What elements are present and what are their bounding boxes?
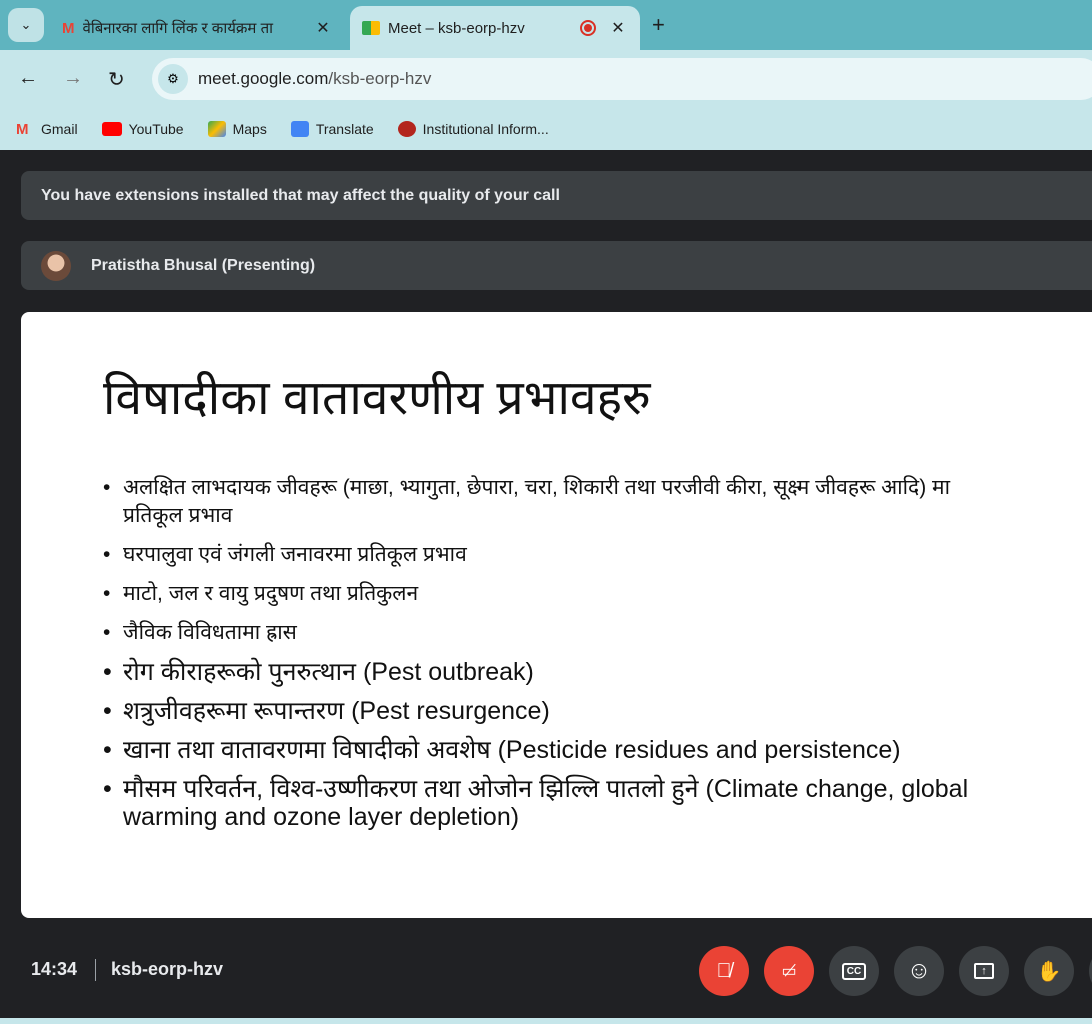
bookmark-label: Gmail — [41, 121, 78, 137]
bullet: घरपालुवा एवं जंगली जनावरमा प्रतिकूल प्रभ… — [103, 541, 983, 569]
bullet: माटो, जल र वायु प्रदुषण तथा प्रतिकुलन — [103, 580, 983, 608]
emoji-icon: ☺ — [906, 957, 932, 984]
banner-text: You have extensions installed that may a… — [41, 186, 560, 204]
tab-search-button[interactable]: ⌄ — [8, 8, 44, 42]
url-text: meet.google.com/ksb-eorp-hzv — [198, 69, 432, 88]
bullet: अलक्षित लाभदायक जीवहरू (माछा, भ्यागुता, … — [103, 474, 983, 530]
translate-icon — [290, 121, 309, 137]
present-screen-icon: ↑ — [974, 963, 994, 979]
bullet: शत्रुजीवहरूमा रूपान्तरण (Pest resurgence… — [103, 697, 983, 725]
camera-off-icon: ▭̸ — [781, 963, 797, 980]
bookmark-label: Translate — [315, 121, 374, 137]
bookmarks-bar: M Gmail YouTube Maps Translate Institutio… — [0, 108, 1092, 150]
slide-bullets: अलक्षित लाभदायक जीवहरू (माछा, भ्यागुता, … — [103, 474, 983, 842]
bookmark-youtube[interactable]: YouTube — [101, 121, 184, 137]
reactions-button[interactable]: ☺ — [894, 946, 944, 996]
chevron-down-icon: ⌄ — [20, 17, 32, 32]
youtube-icon — [101, 122, 122, 136]
avatar — [41, 250, 71, 281]
bullet: रोग कीराहरूको पुनरुत्थान (Pest outbreak) — [103, 658, 983, 686]
close-tab-icon[interactable]: ✕ — [608, 18, 628, 38]
maps-icon — [207, 121, 226, 137]
new-tab-button[interactable]: + — [652, 12, 665, 38]
bookmark-maps[interactable]: Maps — [207, 121, 267, 137]
presenter-bar: Pratistha Bhusal (Presenting) — [21, 241, 1092, 290]
gmail-icon: M — [62, 19, 75, 37]
present-button[interactable]: ↑ — [959, 946, 1009, 996]
bookmark-institutional[interactable]: Institutional Inform... — [397, 121, 549, 137]
bookmark-label: YouTube — [128, 121, 184, 137]
presenter-name: Pratistha Bhusal (Presenting) — [91, 256, 316, 274]
reload-button[interactable]: ↻ — [108, 67, 125, 92]
site-settings-icon[interactable]: ⚙ — [158, 64, 188, 94]
browser-toolbar: ← → ↻ ⚙ meet.google.com/ksb-eorp-hzv — [0, 50, 1092, 108]
tab-title: Meet – ksb-eorp-hzv — [388, 19, 525, 37]
back-button[interactable]: ← — [18, 67, 38, 90]
tab-gmail[interactable]: M वेबिनारका लागि लिंक र कार्यक्रम ता ✕ — [50, 6, 345, 50]
clock: 14:34 — [31, 959, 78, 979]
call-controls-bar: 14:34 ksb-eorp-hzv 🎙̸ ▭̸ CC ☺ ↑ ✋ — [0, 940, 1092, 1000]
slide-title: विषादीका वातावरणीय प्रभावहरु — [103, 372, 651, 425]
recording-icon — [580, 20, 596, 36]
bullet: मौसम परिवर्तन, विश्व-उष्णीकरण तथा ओजोन झ… — [103, 775, 983, 831]
close-tab-icon[interactable]: ✕ — [313, 18, 333, 38]
extensions-warning-banner: You have extensions installed that may a… — [21, 171, 1092, 220]
bullet: जैविक विविधतामा ह्रास — [103, 619, 983, 647]
bullet: खाना तथा वातावरणमा विषादीको अवशेष (Pesti… — [103, 736, 983, 764]
forward-button[interactable]: → — [63, 67, 83, 90]
meeting-code: ksb-eorp-hzv — [111, 959, 224, 979]
presentation-slide: विषादीका वातावरणीय प्रभावहरु अलक्षित लाभ… — [21, 312, 1092, 918]
hand-icon: ✋ — [1036, 960, 1062, 983]
tab-meet[interactable]: Meet – ksb-eorp-hzv ✕ — [350, 6, 640, 50]
gmail-icon: M — [16, 121, 29, 138]
captions-button[interactable]: CC — [829, 946, 879, 996]
bookmark-translate[interactable]: Translate — [290, 121, 374, 137]
address-bar[interactable]: ⚙ meet.google.com/ksb-eorp-hzv — [152, 58, 1092, 100]
window-bottom-edge — [0, 1018, 1092, 1024]
camera-toggle-button[interactable]: ▭̸ — [764, 946, 814, 996]
divider — [95, 959, 96, 981]
emblem-icon — [397, 121, 416, 137]
bookmark-label: Institutional Inform... — [422, 121, 549, 137]
raise-hand-button[interactable]: ✋ — [1024, 946, 1074, 996]
mic-toggle-button[interactable]: 🎙̸ — [699, 946, 749, 996]
mic-off-icon: 🎙̸ — [716, 959, 732, 982]
tab-strip: ⌄ M वेबिनारका लागि लिंक र कार्यक्रम ता ✕… — [0, 0, 1092, 50]
bookmark-label: Maps — [232, 121, 267, 137]
cc-icon: CC — [841, 962, 867, 980]
tab-title: वेबिनारका लागि लिंक र कार्यक्रम ता — [82, 20, 274, 37]
bookmark-gmail[interactable]: M Gmail — [16, 121, 78, 138]
meet-icon — [362, 21, 380, 35]
